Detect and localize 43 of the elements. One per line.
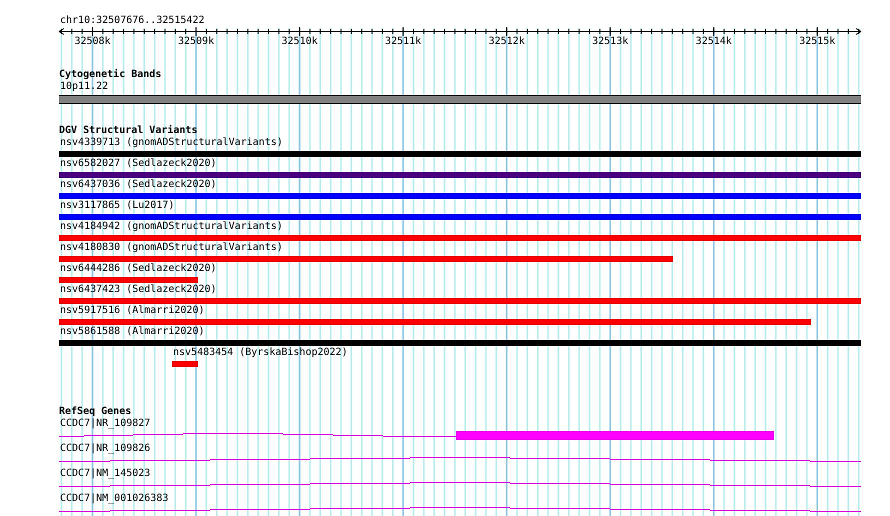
variant-label: nsv5483454 (ByrskaBishop2022)	[173, 347, 348, 359]
gene-label: CCDC7|NR_109826	[60, 443, 150, 455]
location-label: chr10:32507676..32515422	[59, 15, 206, 27]
variant-label: nsv6444286 (Sedlazeck2020)	[60, 263, 217, 275]
tick-label: 32511k	[385, 36, 422, 48]
tick-label: 32512k	[488, 36, 525, 48]
variant-bar[interactable]	[59, 340, 861, 346]
tick-label: 32508k	[74, 36, 111, 48]
variant-label: nsv5917516 (Almarri2020)	[60, 305, 204, 317]
gene-line[interactable]	[58, 507, 862, 512]
gene-line[interactable]	[58, 457, 862, 462]
variant-bar[interactable]	[172, 361, 198, 367]
tick-label: 32514k	[696, 36, 732, 48]
variant-label: nsv6582027 (Sedlazeck2020)	[60, 158, 217, 170]
gene-line[interactable]	[58, 482, 862, 487]
variant-label: nsv4180830 (gnomADStructuralVariants)	[60, 242, 283, 254]
variant-bar[interactable]	[59, 298, 861, 304]
variant-label: nsv6437036 (Sedlazeck2020)	[60, 179, 217, 191]
variant-label: nsv4339713 (gnomADStructuralVariants)	[60, 137, 283, 149]
gene-line[interactable]	[58, 433, 456, 437]
track-title: Cytogenetic Bands	[59, 69, 162, 81]
variant-bar[interactable]	[59, 319, 811, 325]
variant-label: nsv3117865 (Lu2017)	[60, 200, 174, 212]
gene-label: CCDC7|NM_001026383	[60, 493, 168, 505]
track-title: RefSeq Genes	[59, 406, 132, 418]
tick-label: 32515k	[799, 36, 836, 48]
variant-bar[interactable]	[59, 151, 861, 157]
variant-bar[interactable]	[59, 172, 861, 178]
gene-label: CCDC7|NR_109827	[60, 418, 150, 430]
variant-label: nsv6437423 (Sedlazeck2020)	[60, 284, 217, 296]
variant-label: nsv4184942 (gnomADStructuralVariants)	[60, 221, 283, 233]
tick-label: 32510k	[282, 36, 318, 48]
tick-label: 32513k	[592, 36, 628, 48]
variant-bar[interactable]	[59, 235, 861, 241]
band-label: 10p11.22	[60, 81, 108, 93]
tick-label: 32509k	[178, 36, 214, 48]
variant-bar[interactable]	[59, 277, 198, 283]
variant-bar[interactable]	[59, 256, 673, 262]
variant-label: nsv5861588 (Almarri2020)	[60, 326, 204, 338]
variant-bar[interactable]	[59, 214, 861, 220]
variant-bar[interactable]	[59, 193, 861, 199]
gene-label: CCDC7|NM_145023	[60, 468, 150, 480]
track-title: DGV Structural Variants	[59, 125, 198, 137]
